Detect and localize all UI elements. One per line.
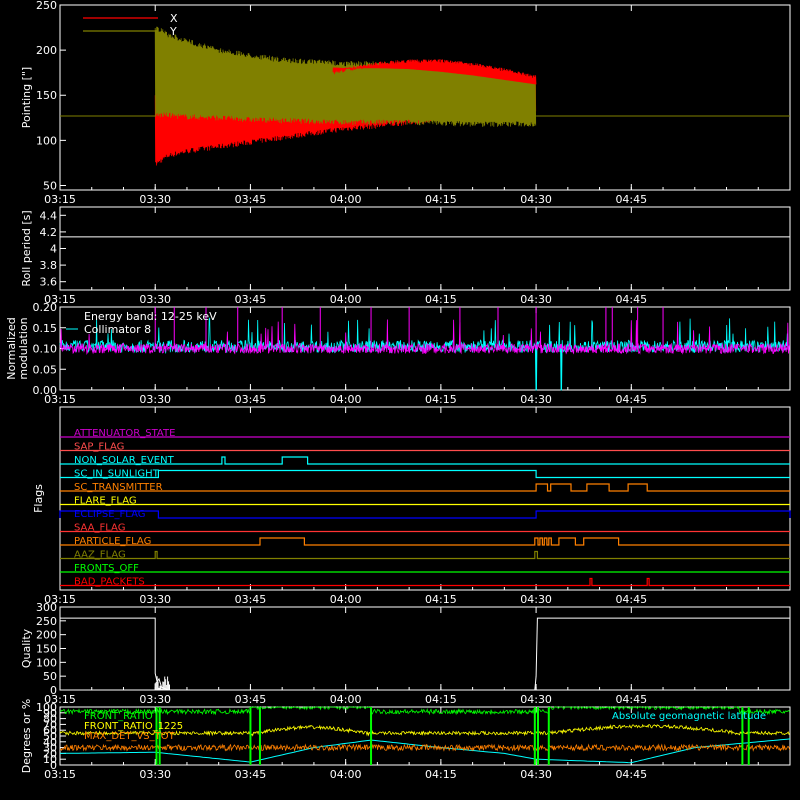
roll-ytick-label: 4.4	[40, 209, 58, 222]
quality-xtick-label: 03:45	[235, 693, 267, 706]
modulation-ylabel: modulation	[17, 317, 30, 379]
pointing-xtick-label: 03:15	[44, 193, 76, 206]
quality-ylabel: Quality	[20, 628, 33, 668]
ratios-series-2	[59, 743, 791, 752]
flags-xtick-label: 03:45	[235, 593, 267, 606]
flags-xtick-label: 04:30	[520, 593, 552, 606]
pointing-ytick-label: 250	[36, 0, 57, 12]
ratios-xtick-label: 03:30	[139, 768, 171, 781]
ratios-xtick-label: 04:00	[330, 768, 362, 781]
roll-ytick-label: 3.6	[40, 276, 58, 289]
flags-ylabel: Flags	[32, 484, 45, 513]
flag-line	[59, 510, 791, 519]
quality-ytick-label: 100	[36, 656, 57, 669]
flags-xtick-label: 04:45	[615, 593, 647, 606]
modulation-legend-label: Collimator 8	[84, 323, 151, 336]
roll-xtick-label: 03:45	[235, 293, 267, 306]
roll-frame	[59, 206, 791, 291]
quality-ytick-label: 50	[43, 670, 57, 683]
quality-ytick-label: 0	[50, 684, 57, 697]
ratios-xtick-label: 03:15	[44, 768, 76, 781]
roll-ytick-label: 4.2	[40, 226, 58, 239]
roll-ytick-label: 3.8	[40, 259, 58, 272]
pointing-ytick-label: 100	[36, 134, 57, 147]
flags-xtick-label: 03:30	[139, 593, 171, 606]
ratios-legend-label: MAX_DET_VS_TOT	[84, 731, 176, 742]
pointing-xtick-label: 04:30	[520, 193, 552, 206]
modulation-energy-band: Energy band: 12-25 keV	[84, 310, 217, 323]
ratios-xtick-label: 04:15	[425, 768, 457, 781]
modulation-xtick-label: 04:15	[425, 393, 457, 406]
roll-xtick-label: 04:45	[615, 293, 647, 306]
ratios-xtick-label: 04:45	[615, 768, 647, 781]
flag-line	[60, 550, 790, 560]
pointing-xtick-label: 03:45	[235, 193, 267, 206]
modulation-ytick-label: 0.10	[33, 343, 58, 356]
quality-ytick-label: 250	[36, 615, 57, 628]
pointing-xtick-label: 04:45	[615, 193, 647, 206]
pointing-xtick-label: 04:15	[425, 193, 457, 206]
pointing-ytick-label: 50	[43, 179, 57, 192]
modulation-xtick-label: 03:30	[139, 393, 171, 406]
pointing-ytick-label: 150	[36, 89, 57, 102]
quality-series	[60, 617, 790, 691]
ratios-xtick-label: 04:30	[520, 768, 552, 781]
quality-xtick-label: 04:15	[425, 693, 457, 706]
pointing-legend-label: X	[170, 12, 178, 25]
ratios-ylabel: Degrees or %	[20, 699, 33, 773]
ratios-ytick-label: 100	[36, 701, 57, 714]
pointing-ylabel: Pointing ["]	[20, 67, 33, 128]
modulation-series-0	[59, 317, 790, 391]
flag-line	[60, 577, 790, 587]
ratios-xtick-label: 03:45	[235, 768, 267, 781]
ratios-legend-latitude: Absolute geomagnetic latitude	[612, 711, 766, 722]
flag-line	[60, 483, 790, 492]
roll-ylabel: Roll period [s]	[20, 210, 33, 286]
modulation-xtick-label: 03:45	[235, 393, 267, 406]
ratios-latitude-series	[60, 738, 791, 764]
pointing-xtick-label: 04:00	[330, 193, 362, 206]
pointing-legend-label: Y	[169, 25, 177, 38]
flag-line	[60, 469, 790, 479]
modulation-xtick-label: 04:30	[520, 393, 552, 406]
modulation-ytick-label: 0.20	[33, 301, 58, 314]
modulation-ytick-label: 0.15	[33, 322, 58, 335]
pointing-series-y	[154, 26, 537, 127]
modulation-xtick-label: 04:45	[615, 393, 647, 406]
roll-xtick-label: 04:15	[425, 293, 457, 306]
quality-xtick-label: 04:00	[330, 693, 362, 706]
pointing-ytick-label: 200	[36, 44, 57, 57]
quality-xtick-label: 04:30	[520, 693, 552, 706]
quality-xtick-label: 03:30	[139, 693, 171, 706]
modulation-ytick-label: 0.00	[33, 384, 58, 397]
flags-xtick-label: 04:00	[330, 593, 362, 606]
roll-xtick-label: 04:30	[520, 293, 552, 306]
quality-ytick-label: 200	[36, 629, 57, 642]
quality-xtick-label: 04:45	[615, 693, 647, 706]
quality-frame	[59, 606, 791, 691]
modulation-ytick-label: 0.05	[33, 363, 58, 376]
pointing-xtick-label: 03:30	[139, 193, 171, 206]
roll-ytick-label: 4	[50, 243, 57, 256]
quality-ytick-label: 150	[36, 643, 57, 656]
modulation-xtick-label: 04:00	[330, 393, 362, 406]
flags-xtick-label: 04:15	[425, 593, 457, 606]
quality-ytick-label: 300	[36, 601, 57, 614]
roll-xtick-label: 04:00	[330, 293, 362, 306]
roll-xtick-label: 03:30	[139, 293, 171, 306]
rhessi-quicklook-figure: 03:15 03:30 03:45 04:00 04:15 04:30 04:4550100…	[5, 0, 791, 781]
flag-line	[60, 537, 790, 546]
